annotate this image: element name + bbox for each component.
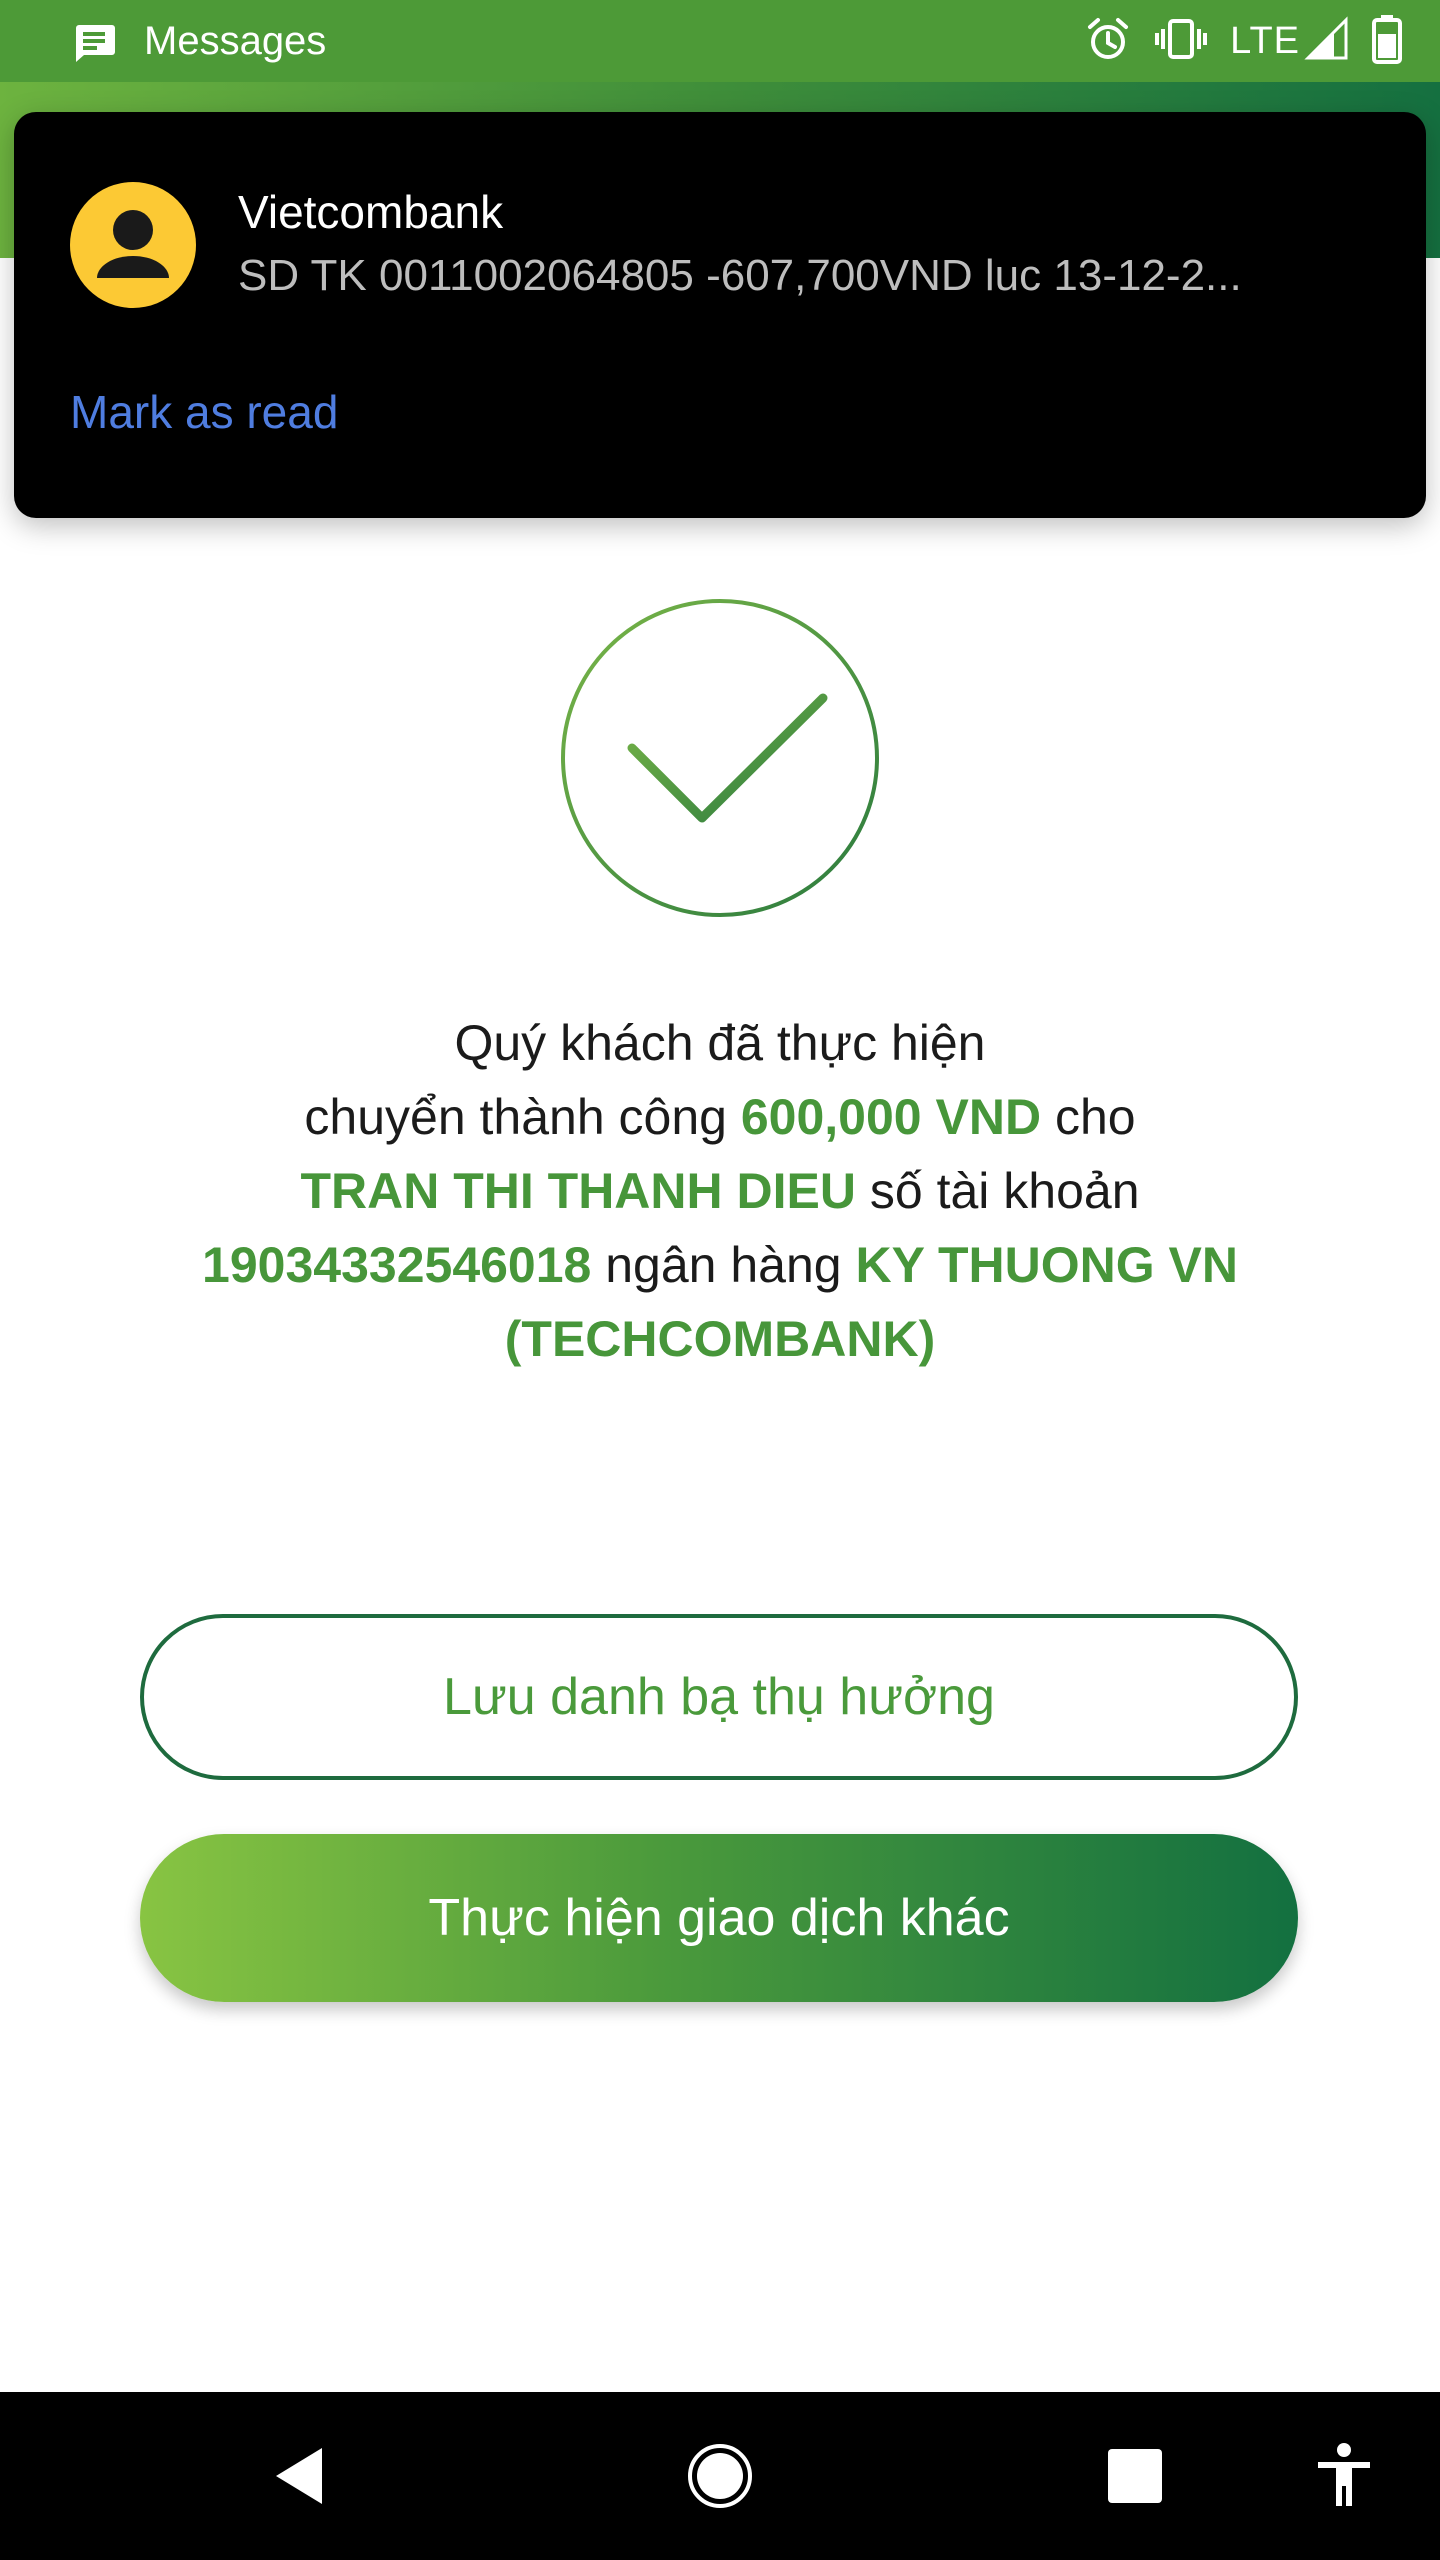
check-circle-icon bbox=[560, 598, 880, 918]
transfer-result-message: Quý khách đã thực hiện chuyển thành công… bbox=[110, 1006, 1330, 1376]
person-icon bbox=[70, 182, 196, 308]
result-line-2-suffix: cho bbox=[1041, 1089, 1136, 1145]
status-bar: Messages LTE bbox=[0, 0, 1440, 82]
notification-sender: Vietcombank bbox=[238, 186, 504, 238]
signal-icon bbox=[1304, 15, 1350, 67]
status-bar-left: Messages bbox=[72, 18, 326, 64]
transfer-amount: 600,000 VND bbox=[740, 1089, 1042, 1145]
recents-icon[interactable] bbox=[1085, 2392, 1185, 2560]
new-transaction-button[interactable]: Thực hiện giao dịch khác bbox=[140, 1834, 1298, 2002]
notification-body: SD TK 0011002064805 -607,700VND luc 13-1… bbox=[238, 251, 1242, 300]
mark-as-read-button[interactable]: Mark as read bbox=[70, 382, 338, 442]
accessibility-icon[interactable] bbox=[1294, 2392, 1394, 2560]
new-transaction-label: Thực hiện giao dịch khác bbox=[428, 1889, 1010, 1947]
bank-label: ngân hàng bbox=[591, 1237, 856, 1293]
vibrate-icon bbox=[1154, 15, 1208, 68]
result-line-2-prefix: chuyển thành công bbox=[304, 1089, 741, 1145]
save-beneficiary-button[interactable]: Lưu danh bạ thụ hưởng bbox=[140, 1614, 1298, 1780]
navigation-bar bbox=[0, 2392, 1440, 2560]
messages-icon bbox=[72, 19, 116, 63]
status-bar-right: LTE bbox=[1062, 14, 1402, 68]
status-app-name: Messages bbox=[144, 19, 327, 63]
account-label: số tài khoản bbox=[856, 1163, 1140, 1219]
battery-icon bbox=[1372, 14, 1402, 69]
result-line-1: Quý khách đã thực hiện bbox=[454, 1015, 986, 1071]
notification-card[interactable]: Vietcombank SD TK 0011002064805 -607,700… bbox=[14, 112, 1426, 518]
home-icon[interactable] bbox=[670, 2392, 770, 2560]
back-icon[interactable] bbox=[250, 2392, 350, 2560]
network-type: LTE bbox=[1230, 19, 1300, 62]
account-number: 19034332546018 bbox=[202, 1237, 592, 1293]
alarm-icon bbox=[1084, 15, 1132, 68]
save-beneficiary-label: Lưu danh bạ thụ hưởng bbox=[443, 1668, 995, 1726]
recipient-name: TRAN THI THANH DIEU bbox=[300, 1163, 856, 1219]
